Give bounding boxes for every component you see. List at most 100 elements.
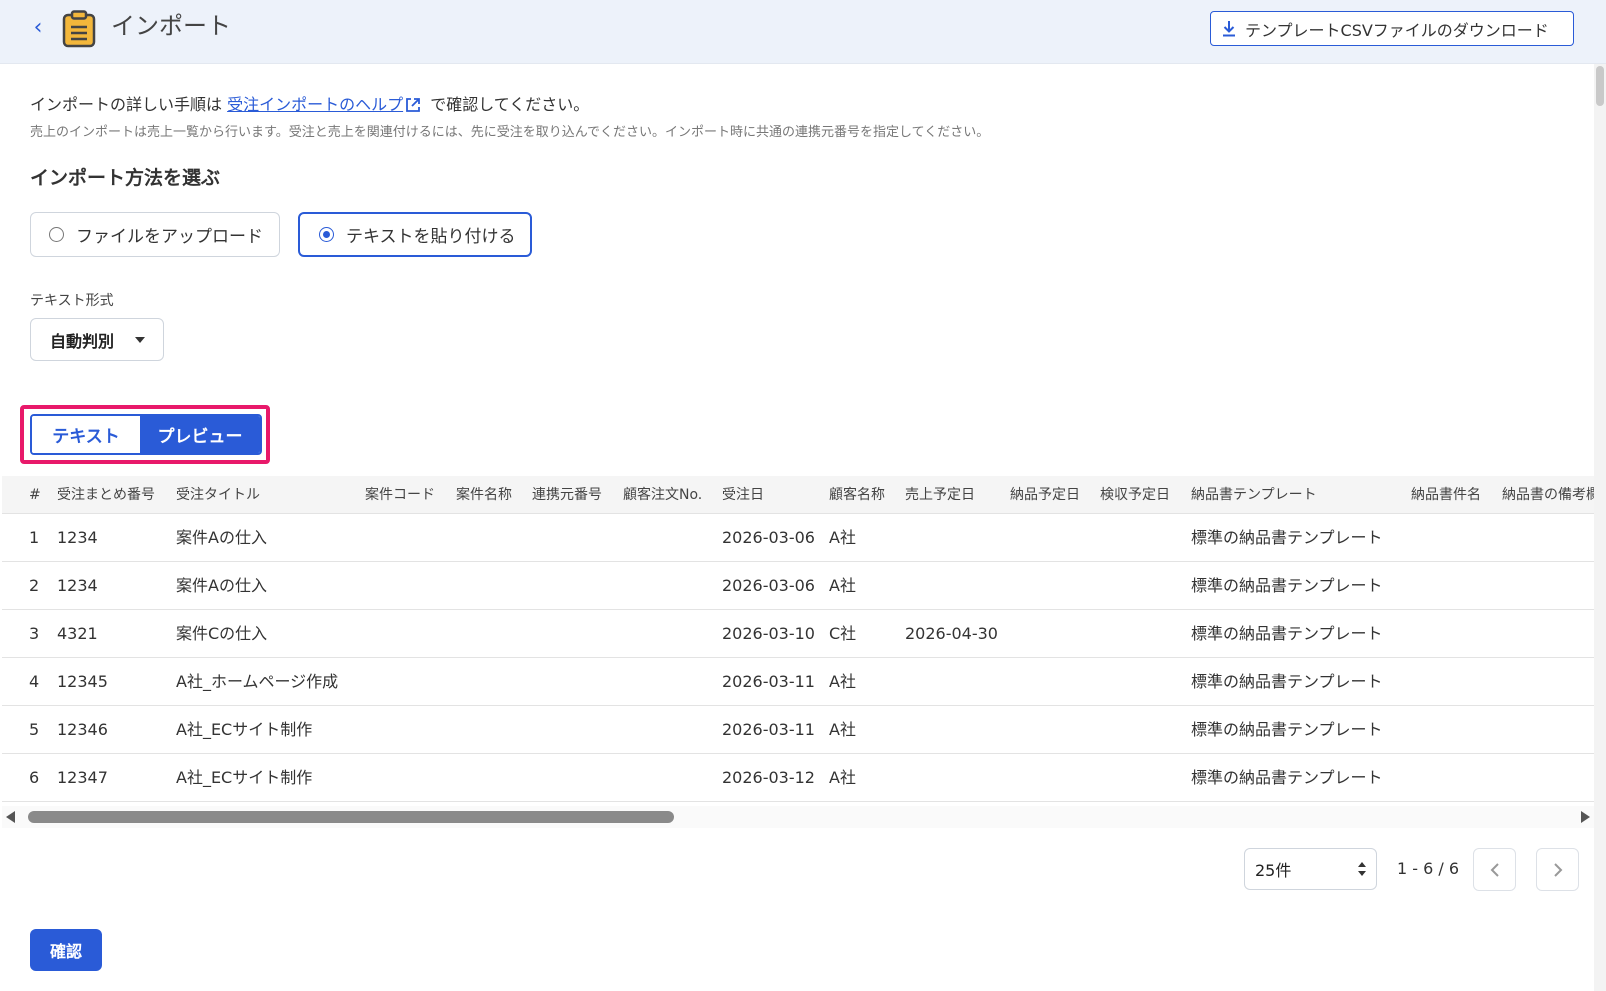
table-row: 2 1234 案件Aの仕入 2026-03-06 A社 標準の納品書テンプレート [2,562,1594,610]
table-cell: 6 [29,768,40,787]
table-cell: 4 [29,672,40,691]
column-header: 連携元番号 [532,487,602,503]
column-header: 案件コード [365,487,435,503]
table-cell: 2026-04-30 [905,624,998,643]
table-cell: 12345 [57,672,108,691]
table-cell: 標準の納品書テンプレート [1191,768,1383,787]
table-header: # 受注まとめ番号 受注タイトル 案件コード 案件名称 連携元番号 顧客注文No… [2,476,1594,514]
paste-text-option[interactable]: テキストを貼り付ける [298,212,532,257]
scroll-right-arrow-icon[interactable] [1581,811,1590,823]
column-header: 納品書の備考欄 [1502,487,1594,503]
table-row: 3 4321 案件Cの仕入 2026-03-10 C社 2026-04-30 標… [2,610,1594,658]
column-header: 納品書件名 [1411,487,1481,503]
column-header: 顧客名称 [829,487,885,503]
column-header: 受注まとめ番号 [57,487,155,503]
table-cell: 2026-03-06 [722,528,815,547]
confirm-button[interactable]: 確認 [30,929,102,971]
column-header: 顧客注文No. [623,487,703,503]
scroll-left-arrow-icon[interactable] [6,811,15,823]
per-page-value: 25件 [1255,861,1292,880]
table-cell: 5 [29,720,40,739]
paste-radio-icon[interactable] [319,227,334,242]
page-title: インポート [111,12,231,40]
tab-text[interactable]: テキスト [32,416,140,453]
table-cell: 2 [29,576,40,595]
prev-page-button[interactable] [1473,848,1516,891]
table-cell: 案件Aの仕入 [176,576,267,595]
table-cell: 4321 [57,624,98,643]
table-cell: A社_ECサイト制作 [176,720,313,739]
template-csv-download-button[interactable]: テンプレートCSVファイルのダウンロード [1210,11,1574,46]
text-format-select[interactable]: 自動判別 [30,318,164,361]
upload-radio-icon[interactable] [49,227,64,242]
table-cell: A社_ECサイト制作 [176,768,313,787]
page-scrollbar[interactable] [1594,64,1606,991]
column-header: 検収予定日 [1100,487,1170,503]
table-cell: 2026-03-12 [722,768,815,787]
help-link[interactable]: 受注インポートのヘルプ [227,95,403,114]
paste-text-label: テキストを貼り付ける [346,227,516,247]
template-csv-download-label: テンプレートCSVファイルのダウンロード [1245,20,1549,40]
column-header: # [29,487,41,503]
table-row: 5 12346 A社_ECサイト制作 2026-03-11 A社 標準の納品書テ… [2,706,1594,754]
help-prefix: インポートの詳しい手順は [30,95,228,114]
column-header: 売上予定日 [905,487,975,503]
import-method-title: インポート方法を選ぶ [30,167,221,189]
table-row: 4 12345 A社_ホームページ作成 2026-03-11 A社 標準の納品書… [2,658,1594,706]
tab-preview[interactable]: プレビュー [140,416,260,453]
table-cell: 標準の納品書テンプレート [1191,576,1383,595]
text-format-value: 自動判別 [50,331,115,351]
table-cell: 案件Cの仕入 [176,624,268,643]
chevron-right-icon [1553,862,1562,877]
table-cell: A社 [829,672,856,691]
download-icon [1223,20,1235,36]
column-header: 受注タイトル [176,487,260,503]
preview-table: # 受注まとめ番号 受注タイトル 案件コード 案件名称 連携元番号 顧客注文No… [2,476,1594,807]
table-cell: 3 [29,624,40,643]
scrollbar-thumb[interactable] [28,811,674,823]
help-suffix: で確認してください。 [425,95,590,114]
table-cell: 2026-03-11 [722,672,815,691]
table-cell: 1234 [57,576,98,595]
text-format-label: テキスト形式 [30,293,114,309]
table-cell: 2026-03-11 [722,720,815,739]
back-chevron-icon[interactable]: ‹ [26,14,50,42]
table-cell: 12347 [57,768,108,787]
help-text: インポートの詳しい手順は 受注インポートのヘルプ で確認してください。 [30,93,589,117]
table-cell: 1 [29,528,40,547]
table-cell: A社 [829,528,856,547]
table-cell: 12346 [57,720,108,739]
table-row: 6 12347 A社_ECサイト制作 2026-03-12 A社 標準の納品書テ… [2,754,1594,802]
column-header: 受注日 [722,487,764,503]
table-cell: A社 [829,576,856,595]
table-row: 1 1234 案件Aの仕入 2026-03-06 A社 標準の納品書テンプレート [2,514,1594,562]
table-cell: 2026-03-06 [722,576,815,595]
pagination-range: 1 - 6 / 6 [1397,859,1460,878]
next-page-button[interactable] [1536,848,1579,891]
table-cell: 案件Aの仕入 [176,528,267,547]
help-note: 売上のインポートは売上一覧から行います。受注と売上を関連付けるには、先に受注を取… [30,125,990,140]
upload-file-option[interactable]: ファイルをアップロード [30,212,280,257]
per-page-select[interactable]: 25件 [1244,848,1377,890]
chevron-left-icon [1490,862,1499,877]
select-arrows-icon [1358,862,1366,878]
table-cell: 標準の納品書テンプレート [1191,672,1383,691]
table-cell: 2026-03-10 [722,624,815,643]
upload-file-label: ファイルをアップロード [76,227,263,247]
view-toggle: テキスト プレビュー [30,414,262,455]
table-cell: A社 [829,768,856,787]
table-cell: A社_ホームページ作成 [176,672,339,691]
table-cell: C社 [829,624,857,643]
page-scrollbar-thumb[interactable] [1596,66,1604,106]
table-horizontal-scrollbar[interactable] [2,806,1594,828]
table-cell: 標準の納品書テンプレート [1191,624,1383,643]
table-cell: 標準の納品書テンプレート [1191,720,1383,739]
external-link-icon [406,98,421,112]
clipboard-icon [62,10,96,48]
caret-down-icon [135,337,145,343]
table-cell: 標準の納品書テンプレート [1191,528,1383,547]
column-header: 納品書テンプレート [1191,487,1317,503]
table-cell: A社 [829,720,856,739]
column-header: 納品予定日 [1010,487,1080,503]
table-cell: 1234 [57,528,98,547]
